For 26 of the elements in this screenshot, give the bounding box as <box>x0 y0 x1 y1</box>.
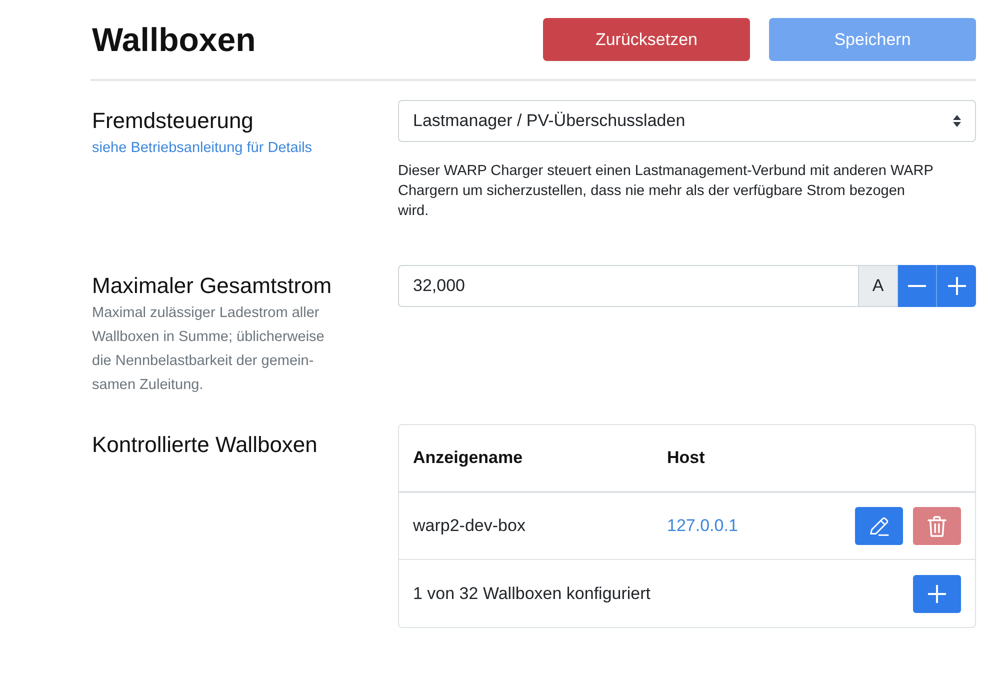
increment-button[interactable] <box>937 265 976 307</box>
plus-icon <box>948 277 966 295</box>
decrement-button[interactable] <box>898 265 937 307</box>
edit-button[interactable] <box>855 507 903 545</box>
mode-select[interactable]: Lastmanager / PV-Überschussladen <box>398 100 976 142</box>
reset-button[interactable]: Zurücksetzen <box>543 18 750 61</box>
section-label: Maximaler Gesamtstrom <box>92 272 333 300</box>
sort-arrows-icon <box>953 115 961 127</box>
trash-icon <box>927 516 947 536</box>
plus-icon <box>928 584 946 602</box>
section-label: Kontrollierte Wallboxen <box>92 431 318 459</box>
minus-icon <box>908 285 926 287</box>
unit-label: A <box>858 265 898 307</box>
page-title: Wallboxen <box>92 20 256 60</box>
table-header-cell-text: Host <box>667 448 706 468</box>
section-description: Maximal zulässiger Ladestrom aller Wallboxen in Summe; üblicherweise die Nennbelastbarkeit der gemein-samen Zuleitung. <box>92 304 326 395</box>
add-button[interactable] <box>913 574 961 612</box>
table-header-cell-text: Anzeigename <box>413 448 524 468</box>
help-text: Dieser WARP Charger steuert einen Lastmanagement-Verbund mit anderen WARP Chargern um sicherzustellen, dass nie mehr als der verfügbare Strom bezogen wird. <box>398 162 934 221</box>
pencil-icon <box>869 516 889 536</box>
section-label: Fremdsteuerung <box>92 107 254 135</box>
host-link[interactable]: 127.0.0.1 <box>667 516 855 536</box>
table-cell-text: warp2-dev-box <box>413 516 526 536</box>
table-footer-text: 1 von 32 Wallboxen konfiguriert <box>413 584 652 604</box>
current-input-field[interactable]: 32,000 <box>398 265 858 307</box>
manual-link[interactable]: siehe Betriebsanleitung für Details <box>92 138 312 158</box>
